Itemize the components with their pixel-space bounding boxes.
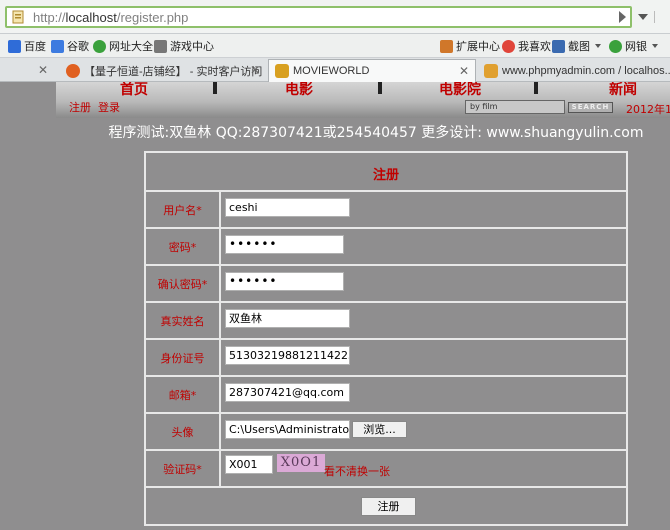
confirm-password-input[interactable]: •••••• (225, 272, 344, 291)
captcha-input[interactable]: X001 (225, 455, 273, 474)
page-icon (12, 10, 24, 24)
tab-label: www.phpmyadmin.com / localhos... (502, 64, 670, 77)
form-title: 注册 (372, 168, 399, 183)
address-bar: http://localhost/register.php (0, 0, 670, 34)
nav-cinemas[interactable]: 电影院 (439, 82, 481, 99)
chevron-down-icon[interactable] (652, 44, 658, 48)
tab-label: 【量子恒道-店铺经】 - 实时客户访问 (84, 65, 263, 78)
search-button[interactable]: SEARCH (568, 102, 613, 113)
url-text: http://localhost/register.php (33, 10, 189, 25)
chevron-down-icon[interactable] (595, 44, 601, 48)
bookmark-label: 谷歌 (67, 41, 89, 53)
scissors-icon (552, 39, 565, 53)
nav-home[interactable]: 首页 (120, 82, 148, 99)
site-header: 首页 电影 电影院 新闻 注册 登录 by film SEARCH 2012年1… (56, 82, 670, 118)
baidu-icon (8, 39, 21, 53)
bank-icon (609, 39, 622, 53)
gamepad-icon (154, 39, 167, 53)
heart-icon (502, 39, 515, 53)
globe-icon (93, 39, 106, 53)
captcha-image[interactable]: X0O1 (277, 454, 325, 472)
browse-button[interactable]: 浏览... (352, 421, 407, 438)
register-submit-button[interactable]: 注册 (361, 497, 416, 516)
google-icon (51, 39, 64, 53)
register-form: 注册 用户名* ceshi 密码* •••••• 确认密码* •••••• 真实… (144, 151, 628, 526)
tab-bar: ✕ 【量子恒道-店铺经】 - 实时客户访问 ✕ MOVIEWORLD ✕ www… (0, 58, 670, 82)
url-field[interactable]: http://localhost/register.php (5, 6, 632, 28)
toolbar-label: 扩展中心 (456, 41, 500, 53)
captcha-label: 验证码* (146, 451, 221, 486)
bookmark-baidu[interactable]: 百度 (8, 38, 46, 54)
bookmark-label: 游戏中心 (170, 41, 214, 53)
email-row: 邮箱* 287307421@qq.com (146, 375, 626, 412)
tab-phpmyadmin[interactable]: www.phpmyadmin.com / localhos... (478, 59, 670, 82)
password-input[interactable]: •••••• (225, 235, 344, 254)
username-input[interactable]: ceshi (225, 198, 350, 217)
avatar-row: 头像 C:\Users\Administrator\De 浏览... (146, 412, 626, 449)
realname-label: 真实姓名 (146, 303, 221, 338)
nav-divider (213, 82, 217, 94)
password-row: 密码* •••••• (146, 227, 626, 264)
chevron-down-icon[interactable] (638, 14, 648, 20)
bookmark-label: 百度 (24, 41, 46, 53)
submit-row: 注册 (146, 486, 626, 524)
tab-label: MOVIEWORLD (293, 65, 370, 77)
date-text: 2012年11月 (626, 103, 670, 116)
close-icon[interactable]: ✕ (38, 63, 48, 77)
page-icon (275, 64, 289, 78)
email-input[interactable]: 287307421@qq.com (225, 383, 350, 402)
idcard-label: 身份证号 (146, 340, 221, 375)
form-title-row: 注册 (146, 153, 626, 190)
nav-divider (534, 82, 538, 94)
toolbar-label: 我喜欢 (518, 41, 551, 53)
avatar-file-input[interactable]: C:\Users\Administrator\De (225, 420, 350, 439)
ebank-button[interactable]: 网银 (609, 38, 658, 54)
favorites-button[interactable]: 我喜欢 (502, 38, 551, 54)
bookmark-games[interactable]: 游戏中心 (154, 38, 214, 54)
login-link[interactable]: 登录 (98, 99, 120, 115)
toolbar-divider (654, 11, 666, 23)
bookmark-label: 网址大全 (109, 41, 153, 53)
confirm-password-row: 确认密码* •••••• (146, 264, 626, 301)
captcha-refresh-link[interactable]: 看不清换一张 (324, 463, 390, 479)
realname-input[interactable]: 双鱼林 (225, 309, 350, 328)
close-icon[interactable]: ✕ (250, 63, 260, 77)
screenshot-button[interactable]: 截图 (552, 38, 601, 54)
tab-previous[interactable]: ✕ (0, 59, 54, 82)
bookmarks-bar: 百度 谷歌 网址大全 游戏中心 扩展中心 我喜欢 截图 网银 (0, 34, 670, 58)
close-icon[interactable]: ✕ (459, 64, 469, 78)
nav-news[interactable]: 新闻 (609, 82, 637, 99)
nav-movies[interactable]: 电影 (285, 82, 313, 99)
tab-taobao[interactable]: 【量子恒道-店铺经】 - 实时客户访问 ✕ (60, 59, 266, 82)
bookmark-google[interactable]: 谷歌 (51, 38, 89, 54)
toolbar-label: 截图 (568, 41, 590, 53)
username-row: 用户名* ceshi (146, 190, 626, 227)
puzzle-icon (440, 39, 453, 53)
idcard-row: 身份证号 513032198812114223 (146, 338, 626, 375)
password-label: 密码* (146, 229, 221, 264)
page-icon (484, 63, 498, 78)
film-search-input[interactable]: by film (465, 100, 565, 114)
email-label: 邮箱* (146, 377, 221, 412)
idcard-input[interactable]: 513032198812114223 (225, 346, 350, 365)
toolbar-label: 网银 (625, 41, 647, 53)
flame-icon (66, 63, 80, 78)
tab-movieworld[interactable]: MOVIEWORLD ✕ (268, 59, 476, 82)
captcha-row: 验证码* X001 X0O1 看不清换一张 (146, 449, 626, 486)
nav-divider (378, 82, 382, 94)
extensions-button[interactable]: 扩展中心 (440, 38, 500, 54)
realname-row: 真实姓名 双鱼林 (146, 301, 626, 338)
register-link[interactable]: 注册 (69, 99, 91, 115)
go-arrow-icon[interactable] (619, 11, 626, 23)
credit-line: 程序测试:双鱼林 QQ:287307421或254540457 更多设计: ww… (108, 125, 644, 141)
confirm-password-label: 确认密码* (146, 266, 221, 301)
bookmark-hao[interactable]: 网址大全 (93, 38, 153, 54)
username-label: 用户名* (146, 192, 221, 227)
avatar-label: 头像 (146, 414, 221, 449)
